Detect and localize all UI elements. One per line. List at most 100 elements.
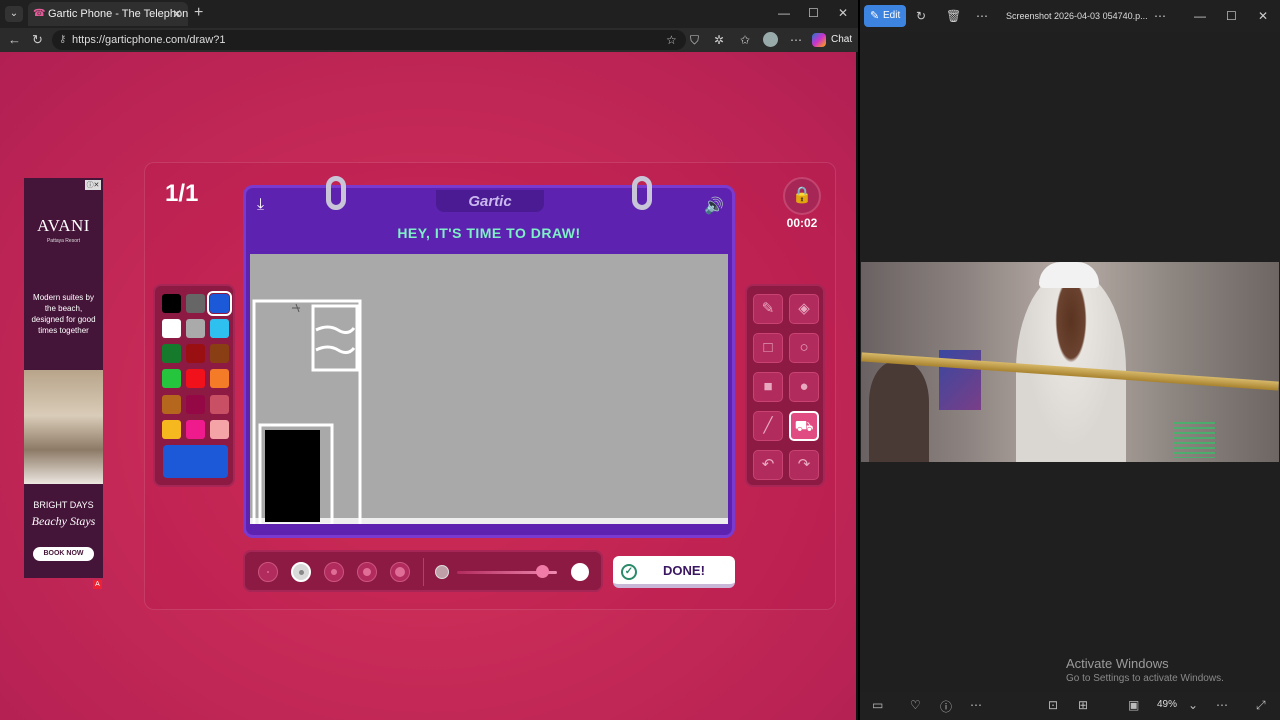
ad-info-icon[interactable]: ⓘ✕ xyxy=(85,180,101,190)
ad-banner[interactable]: ⓘ✕ AVANI Pattaya Resort Modern suites by… xyxy=(24,178,103,578)
color-swatch-rose[interactable] xyxy=(210,395,229,414)
bottom-more-icon[interactable]: ⋯ xyxy=(970,698,982,712)
extensions-icon[interactable]: ✲ xyxy=(714,33,724,47)
refresh-icon[interactable]: ↻ xyxy=(32,32,43,48)
drawing-board: Gartic ⤓ 🔊 HEY, IT'S TIME TO DRAW! xyxy=(243,176,735,538)
rotate-icon[interactable]: ↻ xyxy=(916,9,926,23)
fit-view-icon[interactable]: ▣ xyxy=(1128,698,1139,712)
selected-color-preview xyxy=(163,445,228,478)
color-swatch-black[interactable] xyxy=(162,294,181,313)
line-tool-icon[interactable]: ╱ xyxy=(753,411,783,441)
brush-size-1[interactable] xyxy=(258,562,278,582)
browser-tab[interactable]: ☎ Gartic Phone - The Telephone Gar ✕ xyxy=(28,2,188,26)
favorite-star-icon[interactable]: ☆ xyxy=(666,33,677,47)
color-swatch-yellow[interactable] xyxy=(162,420,181,439)
color-swatch-brown[interactable] xyxy=(210,344,229,363)
color-swatch-dark-red[interactable] xyxy=(186,344,205,363)
color-swatch-sky-blue[interactable] xyxy=(210,319,229,338)
opacity-knob[interactable] xyxy=(536,565,549,578)
favorites-icon[interactable]: ✩ xyxy=(740,33,750,47)
drawn-black-fill xyxy=(265,430,320,522)
profile-avatar[interactable] xyxy=(763,32,778,47)
color-swatch-maroon[interactable] xyxy=(186,395,205,414)
address-toolbar: ← ↻ ⚷ https://garticphone.com/draw?1 ☆ ⛉… xyxy=(0,28,858,52)
color-swatch-green[interactable] xyxy=(162,369,181,388)
undo-icon[interactable]: ↶ xyxy=(753,450,783,480)
shield-icon[interactable]: ⛉ xyxy=(690,33,699,48)
color-swatch-dark-green[interactable] xyxy=(162,344,181,363)
favorite-heart-icon[interactable]: ♡ xyxy=(910,698,921,712)
edit-button[interactable]: ✎ Edit xyxy=(864,5,906,27)
color-swatch-tan[interactable] xyxy=(162,395,181,414)
brush-size-2[interactable] xyxy=(291,562,311,582)
copilot-icon[interactable] xyxy=(812,33,826,47)
viewer-close-button[interactable]: ✕ xyxy=(1258,9,1268,23)
brush-size-3[interactable] xyxy=(324,562,344,582)
color-swatch-blue[interactable] xyxy=(207,291,232,316)
ellipse-fill-tool-icon[interactable]: ● xyxy=(789,372,819,402)
zoom-dropdown-icon[interactable]: ⌄ xyxy=(1188,698,1198,712)
viewer-toolbar: ✎ Edit ↻ 🗑 ⋯ Screenshot 2026-04-03 05474… xyxy=(860,0,1280,32)
tab-list-button[interactable]: ⌄ xyxy=(5,6,23,22)
color-swatch-white[interactable] xyxy=(162,319,181,338)
color-swatch-orange[interactable] xyxy=(210,369,229,388)
ad-copy: Modern suites by the beach, designed for… xyxy=(31,293,96,335)
new-tab-button[interactable]: + xyxy=(194,4,203,22)
rectangle-fill-tool-icon[interactable]: ■ xyxy=(753,372,783,402)
file-more-icon[interactable]: ⋯ xyxy=(1154,9,1166,23)
redo-icon[interactable]: ↷ xyxy=(789,450,819,480)
download-icon[interactable]: ⤓ xyxy=(257,196,264,214)
delete-icon[interactable]: 🗑 xyxy=(946,9,961,23)
viewer-minimize-button[interactable]: — xyxy=(1194,9,1206,23)
tab-bar: ⌄ ☎ Gartic Phone - The Telephone Gar ✕ +… xyxy=(0,0,858,28)
opacity-slider[interactable] xyxy=(435,562,590,582)
zoom-level[interactable]: 49% xyxy=(1157,699,1177,710)
brush-size-5[interactable] xyxy=(390,562,410,582)
color-swatch-light-gray[interactable] xyxy=(186,319,205,338)
color-swatch-dark-gray[interactable] xyxy=(186,294,205,313)
draw-prompt-title: HEY, IT'S TIME TO DRAW! xyxy=(397,225,581,241)
filmstrip-icon[interactable]: ▭ xyxy=(872,698,883,712)
chat-label[interactable]: Chat xyxy=(831,34,852,45)
viewer-maximize-button[interactable]: ☐ xyxy=(1226,9,1237,23)
activate-windows-subtitle: Go to Settings to activate Windows. xyxy=(1066,673,1224,684)
brush-size-4[interactable] xyxy=(357,562,377,582)
drawing-canvas[interactable] xyxy=(250,254,728,533)
edit-label: Edit xyxy=(883,10,901,21)
close-window-button[interactable]: ✕ xyxy=(838,6,848,20)
ellipse-outline-tool-icon[interactable]: ○ xyxy=(789,333,819,363)
sound-icon[interactable]: 🔊 xyxy=(704,196,724,216)
site-info-icon[interactable]: ⚷ xyxy=(59,30,66,50)
url-bar[interactable]: ⚷ https://garticphone.com/draw?1 xyxy=(52,30,686,50)
activate-windows-title: Activate Windows xyxy=(1066,656,1169,671)
pencil-tool-icon[interactable]: ✎ xyxy=(753,294,783,324)
ad-script-text: Beachy Stays xyxy=(31,514,96,528)
more-options-icon[interactable]: ⋯ xyxy=(976,9,988,23)
eraser-tool-icon[interactable]: ◈ xyxy=(789,294,819,324)
round-counter: 1/1 xyxy=(165,180,199,207)
color-swatch-pink[interactable] xyxy=(186,420,205,439)
zoom-more-icon[interactable]: ⋯ xyxy=(1216,698,1228,712)
photo-chat-overlay xyxy=(1173,422,1215,458)
more-menu-icon[interactable]: ⋯ xyxy=(790,33,802,47)
maximize-button[interactable]: ☐ xyxy=(808,6,819,20)
ad-bright-days: BRIGHT DAYS xyxy=(33,500,94,510)
cursor-crosshair xyxy=(292,303,300,313)
done-button[interactable]: ✓ DONE! xyxy=(613,556,735,588)
color-swatch-red[interactable] xyxy=(186,369,205,388)
fill-bucket-tool-icon[interactable]: ⛟ xyxy=(789,411,819,441)
back-icon[interactable]: ← xyxy=(8,32,21,47)
visual-search-icon[interactable]: ⊡ xyxy=(1048,698,1058,712)
info-icon[interactable]: ⓘ xyxy=(940,698,952,715)
fullscreen-icon[interactable]: ⤢ xyxy=(1256,698,1266,713)
adchoices-icon[interactable]: A xyxy=(93,580,102,589)
ad-book-now-button[interactable]: BOOK NOW xyxy=(33,547,94,561)
ad-subbrand: Pattaya Resort xyxy=(46,238,81,244)
tab-title: Gartic Phone - The Telephone Gar xyxy=(48,8,188,20)
rectangle-outline-tool-icon[interactable]: □ xyxy=(753,333,783,363)
minimize-button[interactable]: — xyxy=(778,6,790,20)
color-swatch-light-pink[interactable] xyxy=(210,420,229,439)
photo-white-cap xyxy=(1039,262,1099,288)
crop-icon[interactable]: ⊞ xyxy=(1078,698,1088,712)
close-tab-icon[interactable]: ✕ xyxy=(172,2,182,26)
